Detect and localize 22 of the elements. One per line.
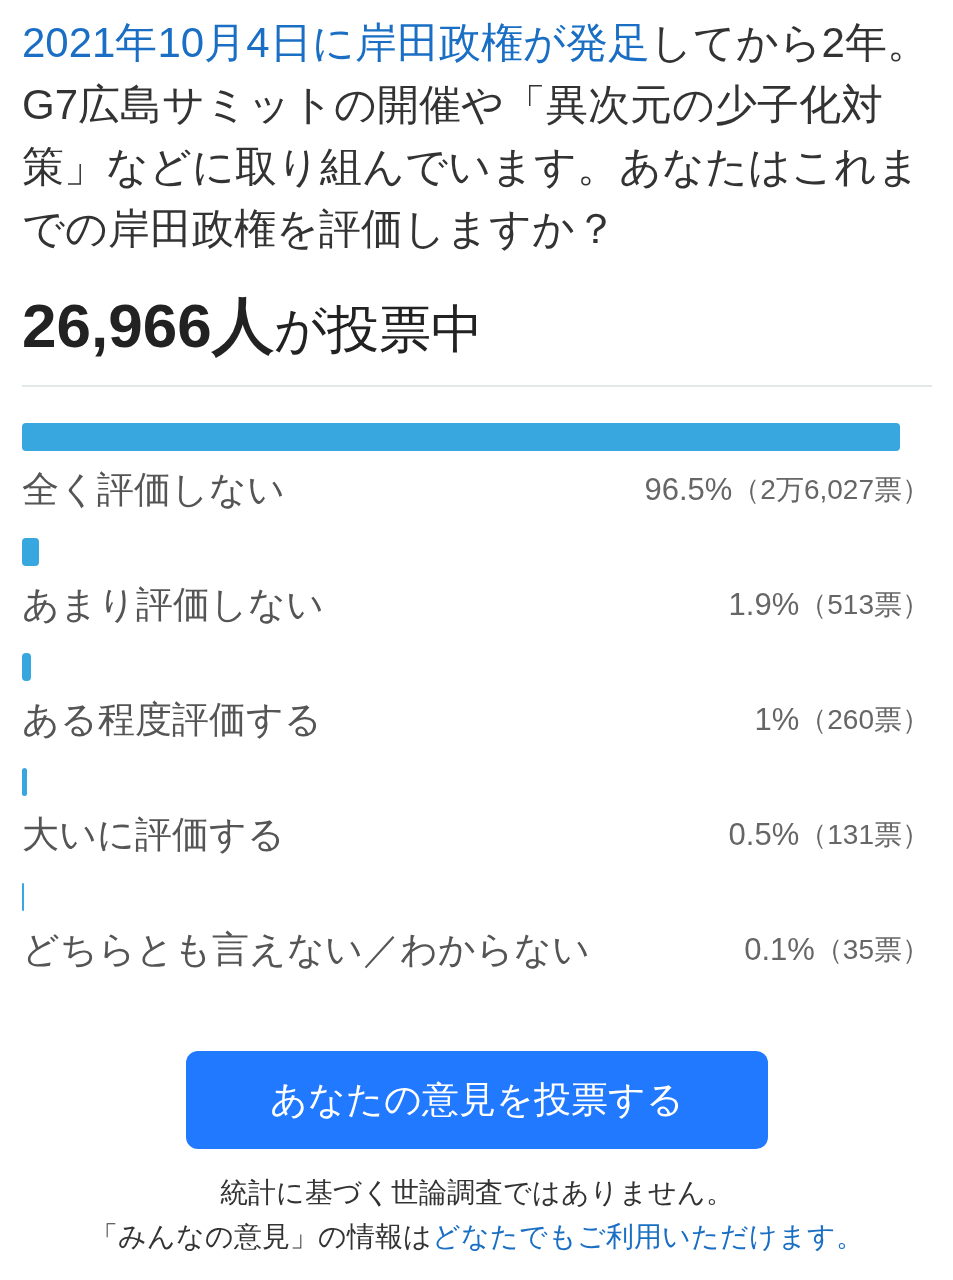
vote-count-heading: 26,966人が投票中 bbox=[22, 290, 483, 362]
option-label: 大いに評価する bbox=[22, 813, 285, 857]
vote-count-text: （131票） bbox=[799, 818, 930, 852]
vote-button[interactable]: あなたの意見を投票する bbox=[186, 1051, 768, 1149]
disclaimer-text: 統計に基づく世論調査ではありません。 bbox=[220, 1176, 734, 1210]
option-label: ある程度評価する bbox=[22, 698, 322, 742]
vote-count-text: （260票） bbox=[799, 703, 930, 737]
usage-notice-text: 「みんなの意見」の情報は どなたでもご利用いただけます。 bbox=[90, 1220, 864, 1254]
percent-text: 0.5% bbox=[728, 817, 800, 853]
option-label: あまり評価しない bbox=[22, 583, 324, 627]
question-link[interactable]: 2021年10月4日に岸田政権が発足 bbox=[22, 19, 650, 66]
usage-link[interactable]: どなたでもご利用いただけます。 bbox=[432, 1221, 864, 1252]
question-text: 2021年10月4日に岸田政権が発足 してから2年。G7広島サミットの開催や「異次元の少子化対策」などに取り組んでいます。あなたはこれまでの岸田政権を評価しますか？ bbox=[22, 18, 930, 254]
vote-count-text: （513票） bbox=[799, 588, 930, 622]
percent-text: 1% bbox=[754, 702, 800, 738]
percent-text: 96.5% bbox=[644, 472, 733, 508]
vote-count-text: （2万6,027票） bbox=[732, 473, 930, 507]
option-label: 全く評価しない bbox=[22, 468, 285, 512]
percent-text: 1.9% bbox=[728, 587, 800, 623]
percent-text: 0.1% bbox=[744, 932, 815, 968]
vote-count-text: （35票） bbox=[814, 933, 930, 967]
option-label: どちらとも言えない／わからない bbox=[22, 928, 590, 972]
